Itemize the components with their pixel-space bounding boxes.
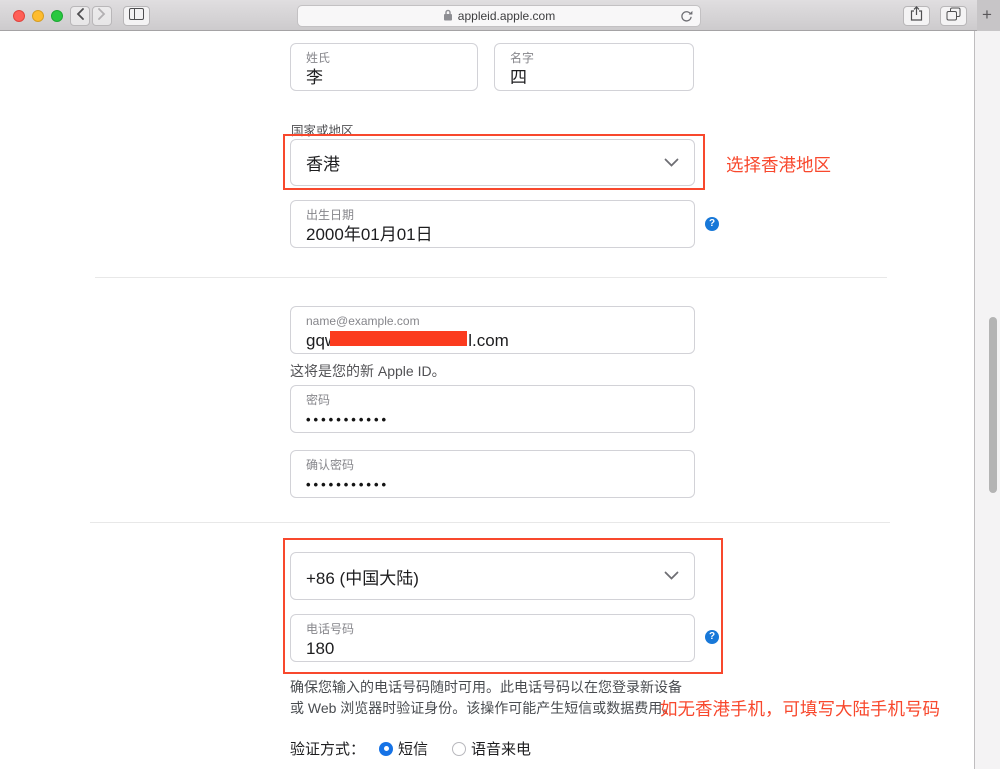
forward-chevron-icon [98,7,106,25]
share-icon [910,6,923,26]
background-window-strip [974,31,1000,769]
chevron-down-icon [664,154,679,172]
confirm-password-value: ••••••••••• [306,477,390,492]
phone-number-field[interactable]: 电话号码 180 [290,614,695,662]
section-divider [95,277,887,278]
dial-code-value: +86 (中国大陆) [306,568,419,588]
phone-note-line1: 确保您输入的电话号码随时可用。此电话号码以在您登录新设备 [290,679,682,695]
birthday-value: 2000年01月01日 [306,225,433,244]
birthday-help-button[interactable]: ? [705,217,719,231]
confirm-password-field[interactable]: 确认密码 ••••••••••• [290,450,695,498]
email-field[interactable]: name@example.com gqw l.com [290,306,695,354]
browser-toolbar: appleid.apple.com + [0,0,1000,31]
share-button[interactable] [903,6,930,26]
first-name-field[interactable]: 名字 四 [494,43,694,91]
birthday-field[interactable]: 出生日期 2000年01月01日 [290,200,695,248]
address-bar[interactable]: appleid.apple.com [297,5,701,27]
sidebar-button[interactable] [123,6,150,26]
chevron-down-icon [664,567,679,585]
back-chevron-icon [76,7,84,25]
safari-window: appleid.apple.com + 姓氏 李 名字 四 国家或地区 香港 选… [0,0,1000,769]
close-window-button[interactable] [13,10,25,22]
birthday-label: 出生日期 [306,208,355,222]
region-annotation: 选择香港地区 [726,155,831,175]
show-tabs-button[interactable] [940,6,967,26]
phone-help-button[interactable]: ? [705,630,719,644]
new-tab-button[interactable]: + [982,4,992,26]
first-name-value: 四 [510,68,527,87]
last-name-label: 姓氏 [306,51,331,65]
tabs-icon [946,7,961,26]
verification-row: 验证方式： 短信 语音来电 [290,738,531,759]
email-suffix: l.com [468,331,509,350]
phone-annotation: 如无香港手机，可填写大陆手机号码 [660,699,940,719]
first-name-label: 名字 [510,51,535,65]
minimize-window-button[interactable] [32,10,44,22]
lock-icon [443,9,453,24]
url-text: appleid.apple.com [457,9,556,23]
radio-sms[interactable] [379,741,394,756]
region-section-label: 国家或地区 [291,124,354,138]
email-placeholder: name@example.com [306,314,420,328]
phone-value: 180 [306,639,335,658]
verification-label: 验证方式： [290,741,366,758]
back-button[interactable] [70,6,90,26]
last-name-field[interactable]: 姓氏 李 [290,43,478,91]
region-select[interactable]: 香港 [290,139,695,186]
password-label: 密码 [306,393,331,407]
email-hint: 这将是您的新 Apple ID。 [290,363,446,379]
reload-button[interactable] [680,10,693,28]
confirm-password-label: 确认密码 [306,458,355,472]
radio-voice-call[interactable] [452,741,467,756]
redaction-bar [330,331,468,346]
email-value: gqw l.com [306,330,679,352]
sidebar-icon [129,7,144,25]
phone-note-line2: 或 Web 浏览器时验证身份。该操作可能产生短信或数据费用。 [290,700,677,716]
radio-sms-label: 短信 [398,741,429,758]
section-divider [90,522,890,523]
dial-code-select[interactable]: +86 (中国大陆) [290,552,695,600]
password-value: ••••••••••• [306,412,390,427]
zoom-window-button[interactable] [51,10,63,22]
forward-button[interactable] [92,6,112,26]
last-name-value: 李 [306,68,323,87]
region-value: 香港 [306,155,340,174]
scrollbar-thumb[interactable] [989,317,997,493]
password-field[interactable]: 密码 ••••••••••• [290,385,695,433]
radio-voice-call-label: 语音来电 [471,741,532,758]
appleid-signup-page: 姓氏 李 名字 四 国家或地区 香港 选择香港地区 出生日期 2000年01月0… [0,31,974,769]
phone-label: 电话号码 [306,622,355,636]
